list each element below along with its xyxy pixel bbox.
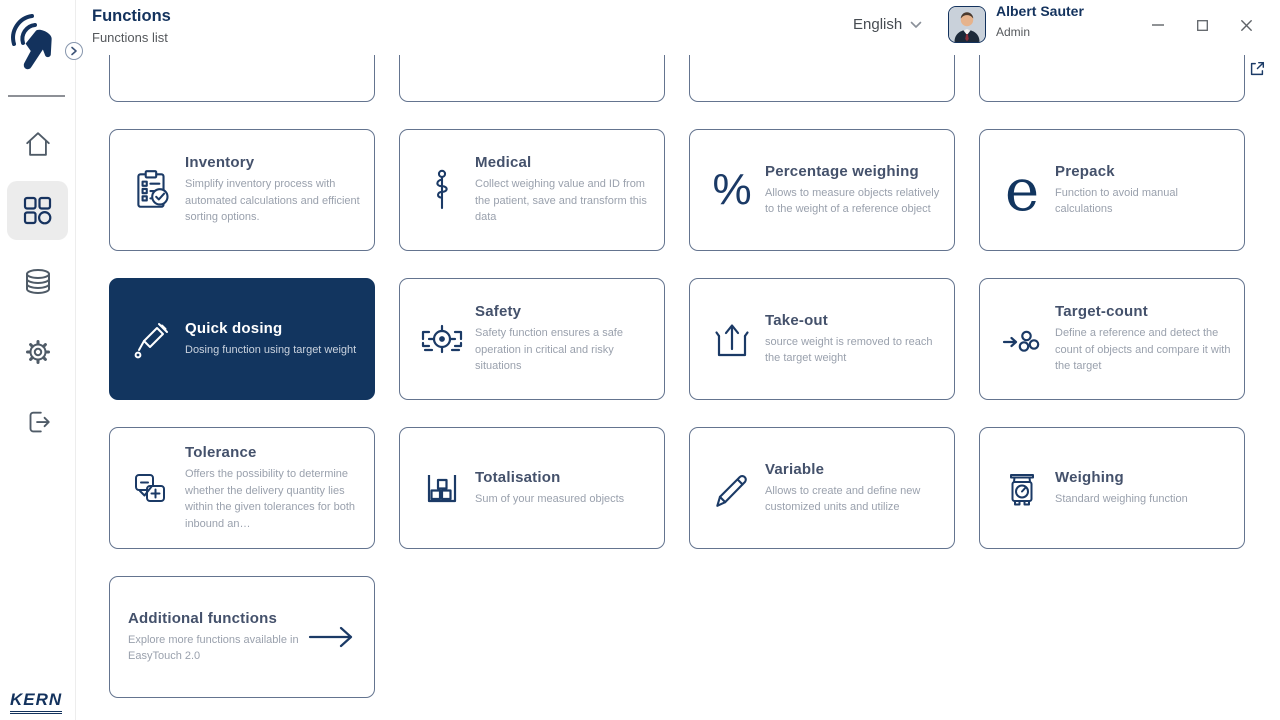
card-description: Explore more functions available in Easy… xyxy=(128,633,299,663)
page-subtitle: Functions list xyxy=(92,30,168,45)
card-title: Take-out xyxy=(765,311,828,329)
expand-view-button[interactable] xyxy=(1248,60,1266,78)
sidebar-divider xyxy=(8,95,65,97)
function-card-inventory[interactable]: Inventory Simplify inventory process wit… xyxy=(109,129,375,251)
target-count-icon xyxy=(996,319,1048,359)
function-card-partial[interactable] xyxy=(689,55,955,102)
card-description: source weight is removed to reach the ta… xyxy=(765,335,933,365)
card-title: Tolerance xyxy=(185,444,257,461)
function-card-safety[interactable]: Safety Safety function ensures a safe op… xyxy=(399,278,665,400)
cards-grid: Inventory Simplify inventory process wit… xyxy=(75,55,1280,698)
totalisation-icon xyxy=(416,467,468,509)
sidebar: KERN xyxy=(0,0,76,720)
window-maximize-button[interactable] xyxy=(1191,14,1213,36)
language-selector[interactable]: English xyxy=(853,16,922,33)
home-icon xyxy=(23,129,53,159)
page-title: Functions xyxy=(92,7,171,25)
function-card-variable[interactable]: Variable Allows to create and define new… xyxy=(689,427,955,549)
logout-icon xyxy=(23,407,53,437)
prepack-e-icon: e xyxy=(1004,156,1040,224)
apps-grid-icon xyxy=(22,195,53,226)
card-title: Inventory xyxy=(185,154,255,172)
minimize-icon xyxy=(1152,24,1164,26)
percent-icon: % xyxy=(712,165,752,214)
additional-functions-card[interactable]: Additional functions Explore more functi… xyxy=(109,576,375,698)
function-card-partial[interactable] xyxy=(399,55,665,102)
user-role: Admin xyxy=(996,25,1031,39)
card-description: Sum of your measured objects xyxy=(475,492,625,505)
function-card-weighing[interactable]: Weighing Standard weighing function xyxy=(979,427,1245,549)
card-title: Variable xyxy=(765,460,825,478)
user-avatar[interactable] xyxy=(948,6,986,43)
card-description: Allows to measure objects relatively to … xyxy=(765,186,940,216)
chevron-right-icon xyxy=(70,46,78,56)
maximize-icon xyxy=(1196,19,1208,31)
app-window: KERN Functions Functions list English Al… xyxy=(0,0,1280,720)
close-icon xyxy=(1240,19,1252,31)
inventory-checklist-icon xyxy=(126,168,178,212)
card-title: Totalisation xyxy=(475,468,561,486)
card-description: Offers the possibility to determine whet… xyxy=(185,468,355,530)
window-close-button[interactable] xyxy=(1235,14,1257,36)
variable-pencil-icon xyxy=(706,466,758,510)
function-card-target-count[interactable]: Target-count Define a reference and dete… xyxy=(979,278,1245,400)
open-in-full-icon xyxy=(1248,60,1266,78)
sidebar-item-home[interactable] xyxy=(0,128,75,160)
safety-target-icon xyxy=(416,319,468,359)
functions-list: Inventory Simplify inventory process wit… xyxy=(75,55,1280,720)
card-description: Collect weighing value and ID from the p… xyxy=(475,178,647,224)
card-description: Define a reference and detect the count … xyxy=(1055,327,1231,373)
card-description: Dosing function using target weight xyxy=(185,343,357,356)
function-card-prepack[interactable]: e Prepack Function to avoid manual calcu… xyxy=(979,129,1245,251)
language-label: English xyxy=(853,16,903,33)
sidebar-item-logout[interactable] xyxy=(0,406,75,438)
dosing-pipette-icon xyxy=(126,317,178,361)
medical-staff-icon xyxy=(416,166,468,214)
card-description: Standard weighing function xyxy=(1055,492,1188,505)
tolerance-icon xyxy=(126,467,178,509)
chevron-down-icon xyxy=(910,21,922,29)
sidebar-item-functions[interactable] xyxy=(7,181,68,240)
gear-icon xyxy=(23,337,53,367)
card-title: Additional functions xyxy=(128,609,277,627)
window-minimize-button[interactable] xyxy=(1147,14,1169,36)
card-description: Function to avoid manual calculations xyxy=(1055,186,1178,216)
card-description: Safety function ensures a safe operation… xyxy=(475,327,623,373)
card-title: Quick dosing xyxy=(185,319,283,337)
function-card-take-out[interactable]: Take-out source weight is removed to rea… xyxy=(689,278,955,400)
sidebar-item-database[interactable] xyxy=(0,266,75,298)
user-name: Albert Sauter xyxy=(996,3,1084,19)
function-card-quick-dosing[interactable]: Quick dosing Dosing function using targe… xyxy=(109,278,375,400)
card-description: Simplify inventory process with automate… xyxy=(185,178,360,224)
function-card-totalisation[interactable]: Totalisation Sum of your measured object… xyxy=(399,427,665,549)
card-title: Safety xyxy=(475,303,522,321)
function-card-partial[interactable] xyxy=(109,55,375,102)
kern-logo: KERN xyxy=(10,690,63,714)
easytouch-logo xyxy=(6,6,66,86)
function-card-partial[interactable] xyxy=(979,55,1245,102)
header: Functions Functions list English Albert … xyxy=(75,0,1280,55)
arrow-right-icon xyxy=(308,624,354,650)
sidebar-expand-button[interactable] xyxy=(65,42,83,60)
card-title: Target-count xyxy=(1055,303,1148,321)
take-out-icon xyxy=(706,318,758,360)
card-title: Medical xyxy=(475,154,532,172)
weighing-scale-icon xyxy=(996,467,1048,509)
card-title: Weighing xyxy=(1055,468,1124,486)
card-title: Prepack xyxy=(1055,162,1115,180)
sidebar-item-settings[interactable] xyxy=(0,336,75,368)
card-title: Percentage weighing xyxy=(765,162,919,180)
function-card-percentage-weighing[interactable]: % Percentage weighing Allows to measure … xyxy=(689,129,955,251)
function-card-medical[interactable]: Medical Collect weighing value and ID fr… xyxy=(399,129,665,251)
function-card-tolerance[interactable]: Tolerance Offers the possibility to dete… xyxy=(109,427,375,549)
card-description: Allows to create and define new customiz… xyxy=(765,484,921,514)
database-icon xyxy=(23,267,53,297)
